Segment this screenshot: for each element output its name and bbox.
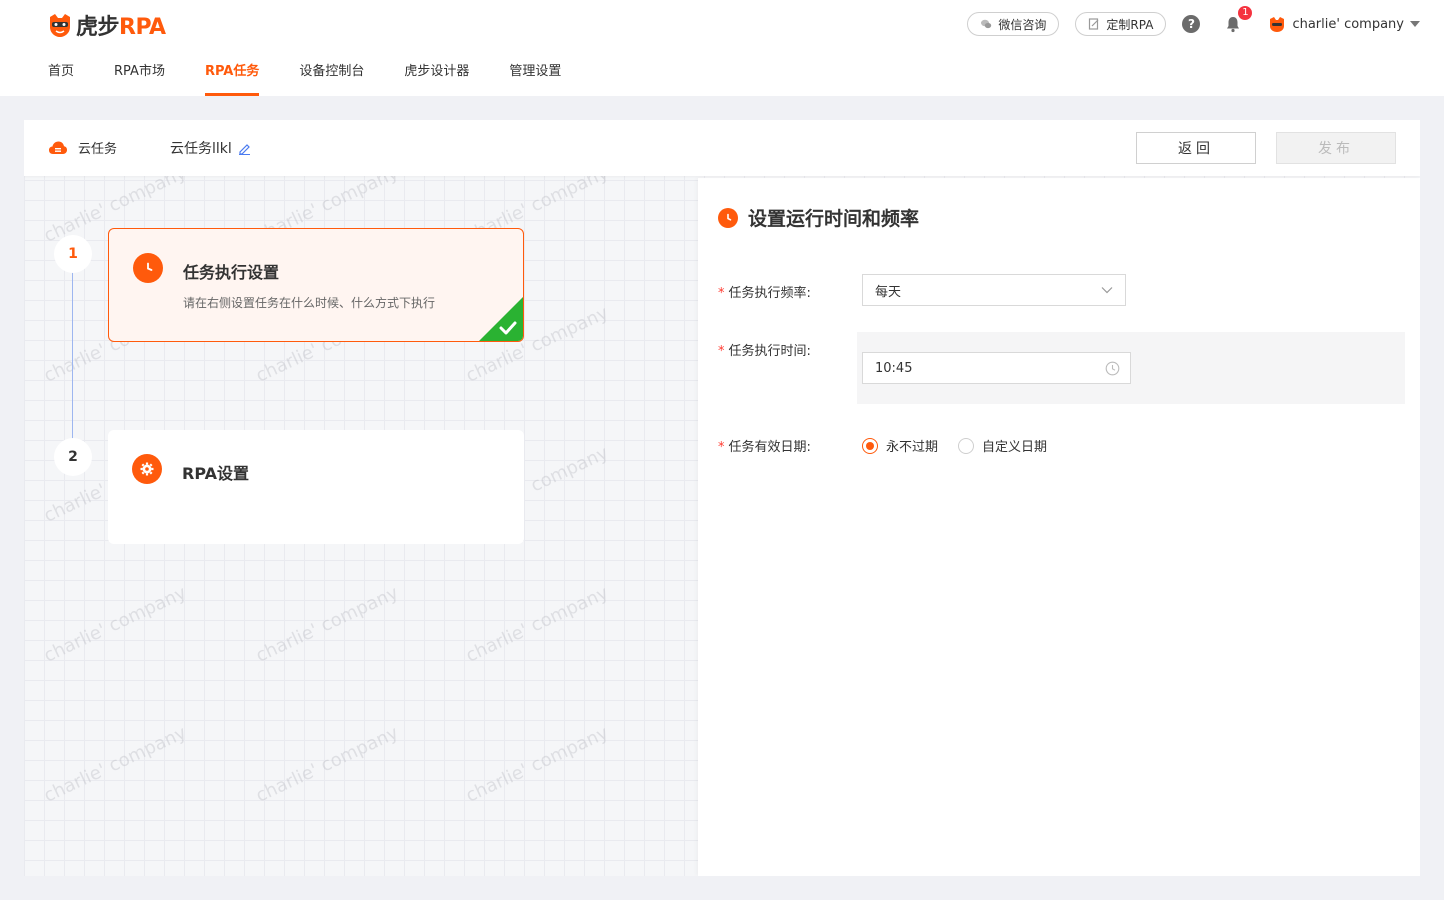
time-picker[interactable]: 10:45 — [862, 352, 1131, 384]
settings-panel: 设置运行时间和频率 * 任务执行频率: 每天 * 任务执行时间: 10:45 * 任务… — [698, 178, 1420, 876]
watermark: charlie' company — [462, 582, 612, 667]
nav-admin-settings[interactable]: 管理设置 — [509, 60, 561, 96]
nav-designer[interactable]: 虎步设计器 — [404, 60, 469, 96]
frequency-value: 每天 — [875, 284, 902, 300]
cloud-icon — [49, 141, 67, 154]
user-menu[interactable]: charlie' company — [1268, 15, 1420, 33]
user-name: charlie' company — [1292, 16, 1404, 32]
step-card-rpa-settings[interactable]: RPA设置 — [108, 430, 524, 544]
workspace: 云任务 云任务llkl 返回 发布 charlie' company charl… — [24, 120, 1420, 876]
nav-device-console[interactable]: 设备控制台 — [299, 60, 364, 96]
panel-title: 设置运行时间和频率 — [748, 208, 920, 230]
watermark: charlie' company — [252, 582, 402, 667]
chevron-down-icon — [1410, 21, 1420, 27]
clock-icon — [718, 207, 738, 228]
step-title: RPA设置 — [182, 464, 249, 483]
nav-rpa-tasks[interactable]: RPA任务 — [204, 60, 260, 96]
task-name-text: 云任务llkl — [170, 141, 232, 157]
gear-icon — [132, 454, 162, 484]
nav-home[interactable]: 首页 — [48, 60, 74, 96]
frequency-label: * 任务执行频率: — [718, 286, 811, 301]
radio-custom-date[interactable]: 自定义日期 — [958, 436, 1047, 455]
wechat-icon — [981, 19, 992, 29]
step-number-2: 2 — [54, 438, 92, 476]
wechat-consult-label: 微信咨询 — [998, 17, 1047, 32]
radio-dot — [958, 437, 974, 454]
logo[interactable]: 虎步RPA — [46, 8, 166, 42]
notification-bell[interactable]: 1 — [1224, 6, 1253, 33]
watermark: charlie' company — [462, 722, 612, 807]
custom-rpa-label: 定制RPA — [1106, 17, 1154, 32]
custom-rpa-button[interactable]: 定制RPA — [1075, 12, 1167, 36]
step-title: 任务执行设置 — [183, 263, 280, 282]
notification-badge: 1 — [1238, 6, 1253, 20]
chevron-down-icon — [1101, 287, 1113, 294]
radio-custom-label: 自定义日期 — [982, 440, 1048, 455]
watermark: charlie' company — [252, 722, 402, 807]
top-actions: 微信咨询 定制RPA ? 1 charlie' company — [967, 6, 1420, 37]
task-name[interactable]: 云任务llkl — [170, 138, 251, 158]
watermark: charlie' company — [40, 582, 190, 667]
user-avatar-icon — [1270, 17, 1285, 32]
task-header: 云任务 云任务llkl 返回 发布 — [24, 120, 1420, 176]
logo-text-en: RPA — [119, 15, 166, 40]
nav-rpa-market[interactable]: RPA市场 — [114, 60, 165, 96]
tiger-logo-icon — [50, 14, 70, 37]
step-card-execution-settings[interactable]: 任务执行设置 请在右侧设置任务在什么时候、什么方式下执行 — [108, 228, 524, 342]
top-bar: 虎步RPA 微信咨询 定制RPA ? 1 charlie' company 首页… — [0, 0, 1444, 96]
radio-dot — [862, 437, 878, 454]
logo-text-cn: 虎步 — [76, 15, 120, 40]
step-connector — [72, 272, 73, 442]
watermark: charlie' company — [40, 722, 190, 807]
publish-button[interactable]: 发布 — [1276, 132, 1396, 164]
radio-never-expire[interactable]: 永不过期 — [862, 436, 938, 455]
wechat-consult-button[interactable]: 微信咨询 — [967, 12, 1060, 36]
frequency-select[interactable]: 每天 — [862, 274, 1126, 306]
radio-never-label: 永不过期 — [886, 440, 939, 455]
back-button[interactable]: 返回 — [1136, 132, 1256, 164]
edit-doc-icon — [1089, 18, 1099, 30]
validity-label: * 任务有效日期: — [718, 440, 811, 455]
time-label: * 任务执行时间: — [718, 344, 811, 359]
cloud-task-label: 云任务 — [78, 142, 118, 157]
step-description: 请在右侧设置任务在什么时候、什么方式下执行 — [183, 296, 436, 310]
clock-icon — [1105, 361, 1120, 376]
step-number-1: 1 — [54, 235, 92, 273]
check-corner-icon — [479, 297, 523, 341]
time-value: 10:45 — [875, 360, 913, 376]
main-nav: 首页 RPA市场 RPA任务 设备控制台 虎步设计器 管理设置 — [48, 60, 601, 96]
help-icon[interactable]: ? — [1182, 15, 1201, 33]
clock-icon — [133, 253, 163, 283]
pencil-icon[interactable] — [238, 142, 251, 155]
